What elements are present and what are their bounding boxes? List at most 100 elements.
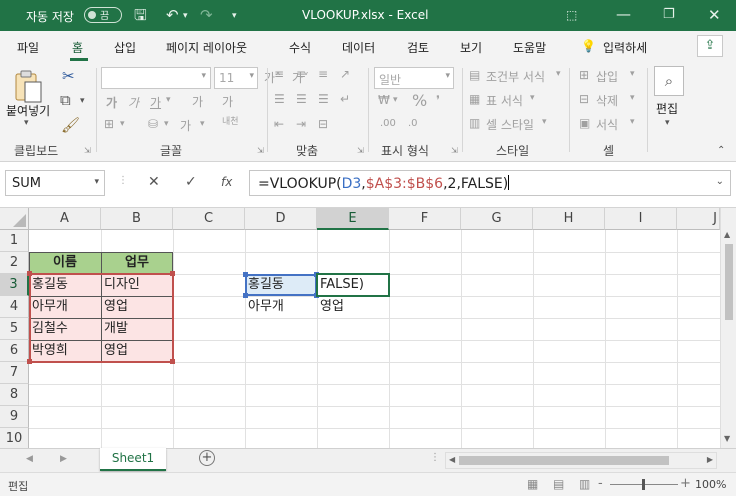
enter-icon[interactable]: ✓ — [185, 174, 197, 190]
insert-function-icon[interactable]: fx — [221, 175, 232, 189]
select-all-button[interactable] — [0, 208, 29, 230]
comma-style-icon[interactable]: ❜ — [436, 93, 440, 107]
column-header-g[interactable]: G — [461, 208, 533, 230]
ribbon-display-icon[interactable]: ⬚ — [566, 7, 577, 23]
cell-b6[interactable]: 영업 — [101, 340, 128, 362]
tab-data[interactable]: 데이터 — [342, 39, 375, 56]
format-table-dropdown-icon[interactable]: ▾ — [530, 93, 535, 103]
tab-formulas[interactable]: 수식 — [289, 39, 311, 56]
format-table-icon[interactable]: ▦ — [469, 92, 480, 106]
sheet-prev-icon[interactable]: ◀ — [26, 454, 33, 464]
column-header-f[interactable]: F — [389, 208, 461, 230]
paste-button[interactable]: 붙여넣기 — [6, 102, 50, 119]
editing-button[interactable]: 편집 — [656, 100, 678, 117]
align-middle-icon[interactable]: ≡ — [296, 67, 306, 81]
align-center-icon[interactable]: ☰ — [296, 92, 307, 106]
cut-icon[interactable]: ✂ — [62, 67, 75, 85]
tab-view[interactable]: 보기 — [460, 39, 482, 56]
align-left-icon[interactable]: ☰ — [274, 92, 285, 106]
format-cells-icon[interactable]: ▣ — [579, 116, 590, 130]
undo-dropdown-icon[interactable]: ▾ — [183, 8, 188, 24]
row-header-9[interactable]: 9 — [0, 406, 29, 428]
cell-styles-icon[interactable]: ▥ — [469, 116, 480, 130]
minimize-icon[interactable]: — — [616, 6, 631, 22]
superscript-icon[interactable]: 가 — [222, 93, 233, 110]
currency-dropdown-icon[interactable]: ▾ — [393, 95, 398, 105]
search-icon[interactable]: ⌕ — [654, 66, 684, 96]
column-header-e[interactable]: E — [317, 208, 389, 230]
cell-b5[interactable]: 개발 — [101, 318, 128, 340]
clipboard-launcher-icon[interactable]: ⇲ — [84, 146, 91, 155]
delete-cells-icon[interactable]: ⊟ — [579, 92, 589, 106]
row-header-6[interactable]: 6 — [0, 340, 29, 362]
restore-icon[interactable]: ❐ — [663, 7, 675, 23]
paste-dropdown-icon[interactable]: ▾ — [24, 118, 29, 128]
vertical-scrollbar[interactable]: ▲ ▼ — [720, 208, 736, 448]
decrease-decimal-icon[interactable]: .0 — [408, 118, 418, 129]
column-header-a[interactable]: A — [29, 208, 101, 230]
cell-e4[interactable]: 영업 — [317, 296, 344, 318]
close-icon[interactable]: ✕ — [708, 7, 721, 23]
increase-decimal-icon[interactable]: .00 — [380, 118, 396, 129]
paste-icon[interactable] — [10, 68, 50, 106]
cell-e3[interactable]: FALSE) — [317, 274, 364, 296]
cell-a3[interactable]: 홍길동 — [29, 274, 68, 296]
cell-b4[interactable]: 영업 — [101, 296, 128, 318]
align-bottom-icon[interactable]: ≡ — [318, 67, 328, 81]
cell-a4[interactable]: 아무개 — [29, 296, 68, 318]
format-cells-dropdown-icon[interactable]: ▾ — [630, 117, 635, 127]
zoom-out-button[interactable]: - — [598, 476, 603, 491]
cell-d4[interactable]: 아무개 — [245, 296, 284, 318]
insert-cells-dropdown-icon[interactable]: ▾ — [630, 69, 635, 79]
conditional-format-dropdown-icon[interactable]: ▾ — [556, 69, 561, 79]
page-break-view-icon[interactable]: ▥ — [579, 477, 590, 491]
fill-dropdown-icon[interactable]: ▾ — [164, 119, 169, 129]
tab-page-layout[interactable]: 페이지 레이아웃 — [166, 39, 247, 56]
scroll-right-icon[interactable]: ▶ — [707, 455, 713, 464]
worksheet-grid[interactable]: A B C D E F G H I J 1 2 3 4 5 6 7 8 9 10 — [0, 208, 736, 450]
save-icon[interactable]: 🖫 — [134, 7, 147, 23]
underline-dropdown-icon[interactable]: ▾ — [166, 95, 171, 105]
customize-qat-icon[interactable]: ▾ — [232, 8, 237, 24]
row-header-10[interactable]: 10 — [0, 428, 29, 450]
underline-icon[interactable]: 가 — [150, 94, 161, 111]
copy-dropdown-icon[interactable]: ▾ — [80, 96, 85, 106]
delete-cells-dropdown-icon[interactable]: ▾ — [630, 93, 635, 103]
zoom-level[interactable]: 100% — [695, 478, 726, 491]
cell-b3[interactable]: 디자인 — [101, 274, 140, 296]
row-header-5[interactable]: 5 — [0, 318, 29, 340]
merge-center-icon[interactable]: ⊟ — [318, 117, 328, 131]
expand-formula-icon[interactable]: ⌄ — [716, 176, 724, 187]
scroll-left-icon[interactable]: ◀ — [449, 455, 455, 464]
delete-cells-button[interactable]: 삭제 — [596, 92, 618, 109]
scroll-thumb[interactable] — [725, 244, 733, 320]
currency-icon[interactable]: ₩ — [378, 93, 390, 107]
copy-icon[interactable]: ⧉ — [60, 91, 71, 109]
wrap-text-icon[interactable]: ↵ — [340, 92, 350, 106]
sheet-next-icon[interactable]: ▶ — [60, 454, 67, 464]
cell-a2[interactable]: 이름 — [29, 252, 101, 274]
zoom-slider-thumb[interactable] — [642, 479, 645, 490]
row-header-7[interactable]: 7 — [0, 362, 29, 384]
cell-styles-dropdown-icon[interactable]: ▾ — [542, 117, 547, 127]
row-header-3[interactable]: 3 — [0, 274, 29, 296]
insert-cells-icon[interactable]: ⊞ — [579, 68, 589, 82]
alignment-launcher-icon[interactable]: ⇲ — [357, 146, 364, 155]
format-painter-icon[interactable]: 🖌 — [61, 116, 80, 134]
format-table-button[interactable]: 표 서식 — [486, 92, 523, 109]
cell-b2[interactable]: 업무 — [101, 252, 173, 274]
font-size-box[interactable]: 11 ▾ — [214, 67, 258, 89]
scroll-down-icon[interactable]: ▼ — [724, 434, 730, 443]
decrease-indent-icon[interactable]: ⇤ — [274, 117, 284, 131]
tab-review[interactable]: 검토 — [407, 39, 429, 56]
fill-color-icon[interactable]: ⛁ — [148, 117, 158, 131]
font-color-icon[interactable]: 가 — [180, 117, 191, 134]
strikethrough-icon[interactable]: 가 — [192, 93, 203, 110]
italic-icon[interactable]: 가 — [128, 94, 139, 111]
normal-view-icon[interactable]: ▦ — [527, 477, 538, 491]
number-format-box[interactable]: 일반 ▾ — [374, 67, 454, 89]
column-header-i[interactable]: I — [605, 208, 677, 230]
borders-icon[interactable]: ⊞ — [104, 117, 114, 131]
scroll-up-icon[interactable]: ▲ — [724, 230, 730, 239]
name-box-dropdown-icon[interactable]: ▾ — [94, 177, 99, 187]
